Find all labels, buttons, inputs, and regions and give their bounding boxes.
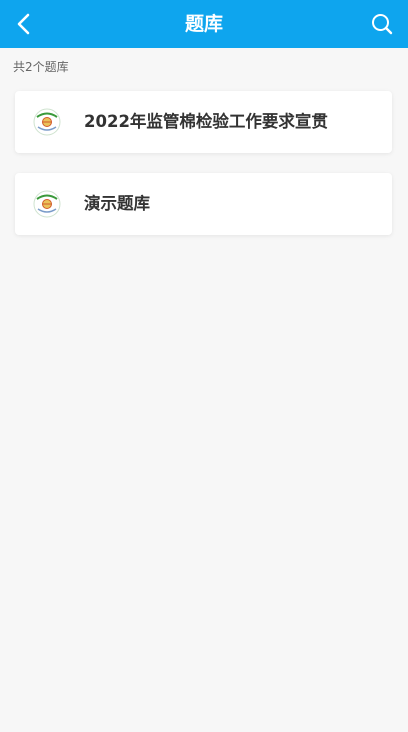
page-title: 题库 bbox=[184, 13, 223, 35]
bank-count: 共2个题库 bbox=[13, 60, 69, 74]
app-header: 题库 bbox=[0, 0, 408, 48]
bank-title: 演示题库 bbox=[84, 194, 150, 213]
search-button[interactable] bbox=[366, 8, 398, 40]
bank-title: 2022年监管棉检验工作要求宣贯 bbox=[84, 112, 328, 131]
search-icon bbox=[372, 14, 393, 35]
list-item-bank-1[interactable]: 2022年监管棉检验工作要求宣贯 bbox=[15, 91, 392, 153]
bank-logo-icon bbox=[33, 108, 61, 136]
bank-logo-icon bbox=[33, 190, 61, 218]
list-item-bank-2[interactable]: 演示题库 bbox=[15, 173, 392, 235]
